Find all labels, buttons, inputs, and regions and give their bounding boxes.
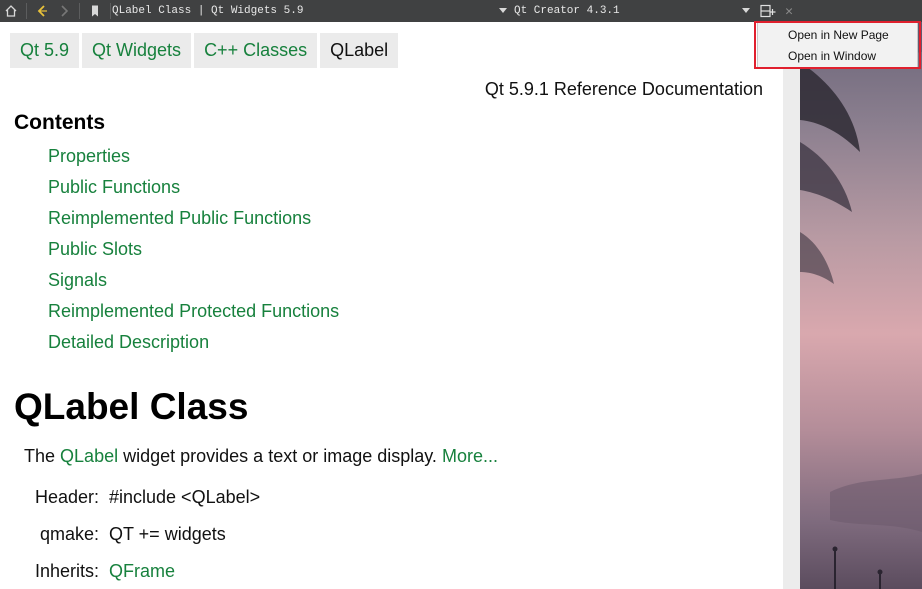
toc-link-detailed-description[interactable]: Detailed Description [48, 332, 339, 363]
bookmark-button[interactable] [84, 0, 106, 22]
info-value: QT += widgets [109, 524, 226, 544]
toc-link-signals[interactable]: Signals [48, 270, 339, 301]
forward-button[interactable] [53, 0, 75, 22]
qlabel-link[interactable]: QLabel [60, 446, 118, 466]
back-button[interactable] [31, 0, 53, 22]
documentation-view[interactable]: Qt 5.9 Qt Widgets C++ Classes QLabel Qt … [0, 22, 783, 589]
breadcrumb-link-qt[interactable]: Qt 5.9 [10, 33, 80, 68]
dropdown-icon [499, 8, 507, 13]
desktop-wallpaper [800, 22, 922, 589]
menu-item-open-in-new-page[interactable]: Open in New Page [758, 25, 917, 46]
contents-heading: Contents [14, 111, 105, 134]
toolbar-separator [110, 3, 111, 19]
toolbar-separator [79, 3, 80, 19]
breadcrumb-current-page: QLabel [320, 33, 399, 68]
info-row-qmake: qmake: QT += widgets [18, 524, 260, 561]
home-icon [5, 5, 17, 17]
help-index-selector[interactable]: Qt Creator 4.3.1 [514, 0, 620, 22]
breadcrumb-link-cpp-classes[interactable]: C++ Classes [194, 33, 318, 68]
forward-icon [61, 5, 69, 17]
toc-link-public-functions[interactable]: Public Functions [48, 177, 339, 208]
split-button[interactable] [757, 0, 779, 22]
info-key: Header: [34, 487, 99, 507]
info-key: qmake: [39, 524, 99, 544]
brief-text: widget provides a text or image display. [123, 446, 437, 466]
dropdown-icon [742, 8, 750, 13]
home-button[interactable] [0, 0, 22, 22]
index-dropdown-button[interactable] [739, 0, 753, 22]
toolbar-separator [26, 3, 27, 19]
reference-title: Qt 5.9.1 Reference Documentation [484, 79, 763, 99]
split-icon [760, 4, 776, 18]
table-of-contents: Properties Public Functions Reimplemente… [48, 146, 339, 363]
help-toolbar: QLabel Class | Qt Widgets 5.9 Qt Creator… [0, 0, 922, 22]
page-title: QLabel Class [14, 386, 249, 427]
class-brief: The QLabel widget provides a text or ima… [24, 446, 498, 467]
document-dropdown-button[interactable] [496, 0, 510, 22]
vertical-scrollbar[interactable] [783, 22, 800, 589]
toc-link-properties[interactable]: Properties [48, 146, 339, 177]
toc-link-reimplemented-public-functions[interactable]: Reimplemented Public Functions [48, 208, 339, 239]
qframe-link[interactable]: QFrame [109, 561, 175, 589]
back-icon [37, 5, 47, 17]
info-key: Inherits: [34, 561, 99, 581]
bookmark-icon [92, 5, 98, 17]
close-button[interactable]: ✕ [780, 0, 798, 22]
info-row-inherits: Inherits: QFrame [18, 561, 260, 589]
info-row-header: Header: #include <QLabel> [18, 487, 260, 524]
breadcrumb: Qt 5.9 Qt Widgets C++ Classes QLabel [10, 33, 401, 68]
document-selector[interactable]: QLabel Class | Qt Widgets 5.9 [112, 0, 303, 22]
toc-link-public-slots[interactable]: Public Slots [48, 239, 339, 270]
info-value: #include <QLabel> [109, 487, 261, 507]
close-icon: ✕ [785, 3, 793, 19]
split-context-menu: Open in New Page Open in Window [757, 22, 918, 68]
breadcrumb-link-qt-widgets[interactable]: Qt Widgets [82, 33, 192, 68]
toc-link-reimplemented-protected-functions[interactable]: Reimplemented Protected Functions [48, 301, 339, 332]
menu-item-open-in-window[interactable]: Open in Window [758, 46, 917, 67]
brief-prefix: The [24, 446, 56, 466]
palm-tree-silhouette [800, 22, 922, 589]
more-link[interactable]: More... [442, 446, 498, 466]
class-info-table: Header: #include <QLabel> qmake: QT += w… [18, 487, 260, 589]
